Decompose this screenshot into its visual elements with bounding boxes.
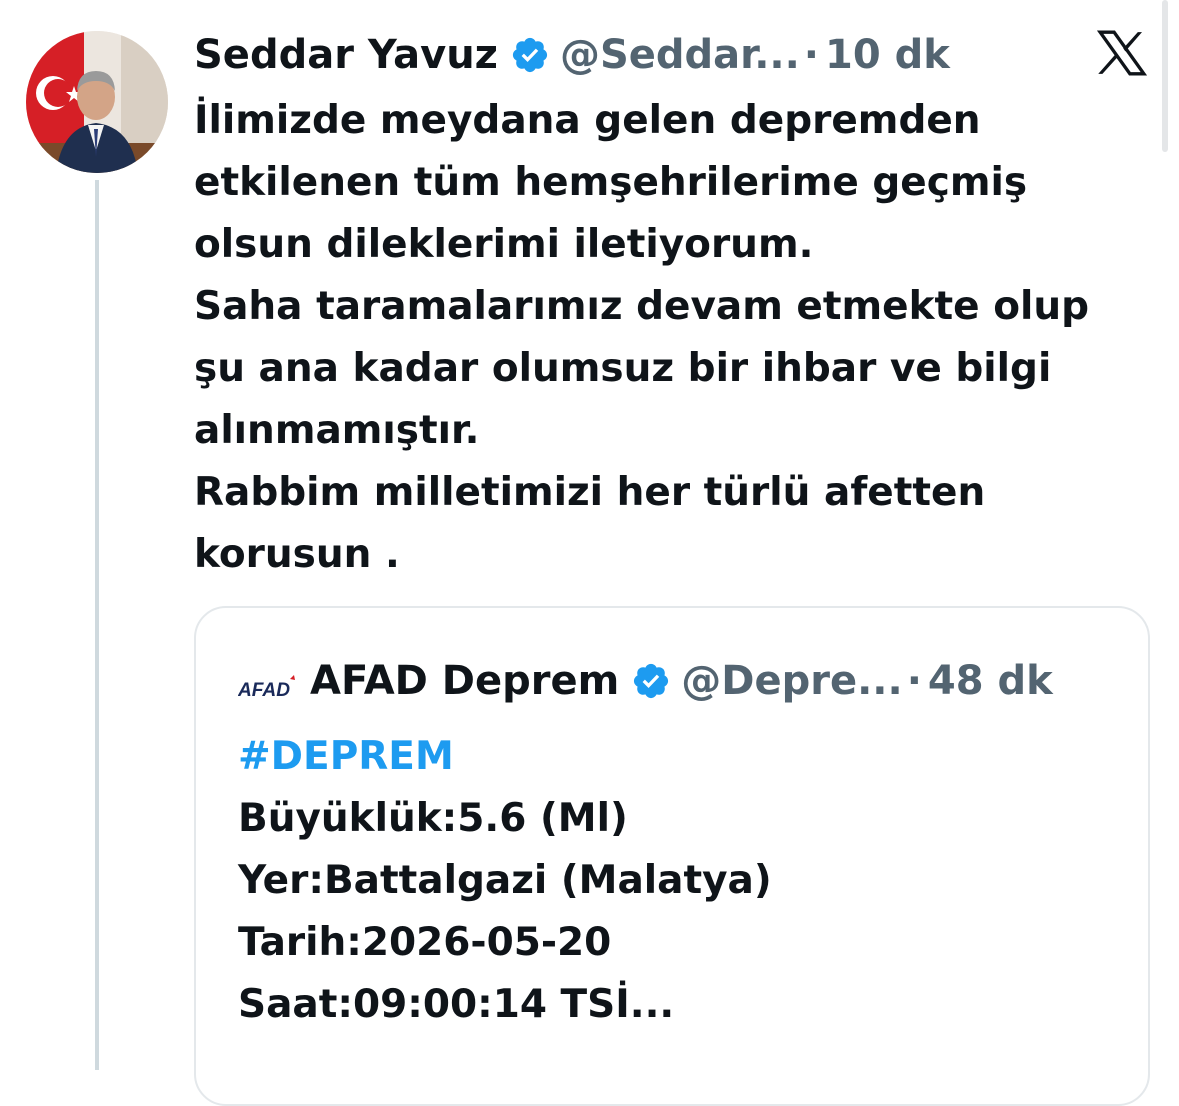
scrollbar[interactable] xyxy=(1162,0,1168,152)
separator-dot: · xyxy=(906,658,922,704)
quoted-line-time: Saat:09:00:14 TSİ... xyxy=(238,982,675,1027)
quoted-author-handle[interactable]: @Depre... xyxy=(681,656,902,706)
verified-badge-icon xyxy=(510,35,550,75)
quoted-tweet-header: AFAD AFAD Deprem @Depre... · 48 dk xyxy=(237,656,1053,706)
quoted-line-date: Tarih:2026-05-20 xyxy=(238,920,612,965)
quoted-line-magnitude: Büyüklük:5.6 (Ml) xyxy=(238,796,628,841)
tweet-header: Seddar Yavuz @Seddar... · 10 dk xyxy=(194,30,950,80)
tweet-timestamp[interactable]: 10 dk xyxy=(825,30,950,80)
quoted-author-name[interactable]: AFAD Deprem xyxy=(310,656,619,706)
author-name[interactable]: Seddar Yavuz xyxy=(194,30,498,80)
afad-logo-icon: AFAD xyxy=(237,666,296,701)
svg-text:AFAD: AFAD xyxy=(238,680,290,701)
thread-connector-line xyxy=(95,180,99,1070)
avatar[interactable] xyxy=(26,31,168,173)
quoted-tweet-card[interactable]: AFAD AFAD Deprem @Depre... · 48 dk #DEPR… xyxy=(194,606,1150,1106)
avatar-photo xyxy=(26,31,168,173)
quoted-tweet-timestamp[interactable]: 48 dk xyxy=(928,656,1053,706)
quoted-tweet-body: #DEPREM Büyüklük:5.6 (Ml) Yer:Battalgazi… xyxy=(238,726,772,1036)
quoted-line-location: Yer:Battalgazi (Malatya) xyxy=(238,858,772,903)
separator-dot: · xyxy=(803,32,819,78)
tweet-body: İlimizde meydana gelen depremden etkilen… xyxy=(194,98,1090,577)
x-logo-icon[interactable] xyxy=(1096,30,1148,76)
author-handle[interactable]: @Seddar... xyxy=(560,30,800,80)
hashtag-link[interactable]: #DEPREM xyxy=(238,726,772,788)
verified-badge-icon xyxy=(631,661,671,701)
